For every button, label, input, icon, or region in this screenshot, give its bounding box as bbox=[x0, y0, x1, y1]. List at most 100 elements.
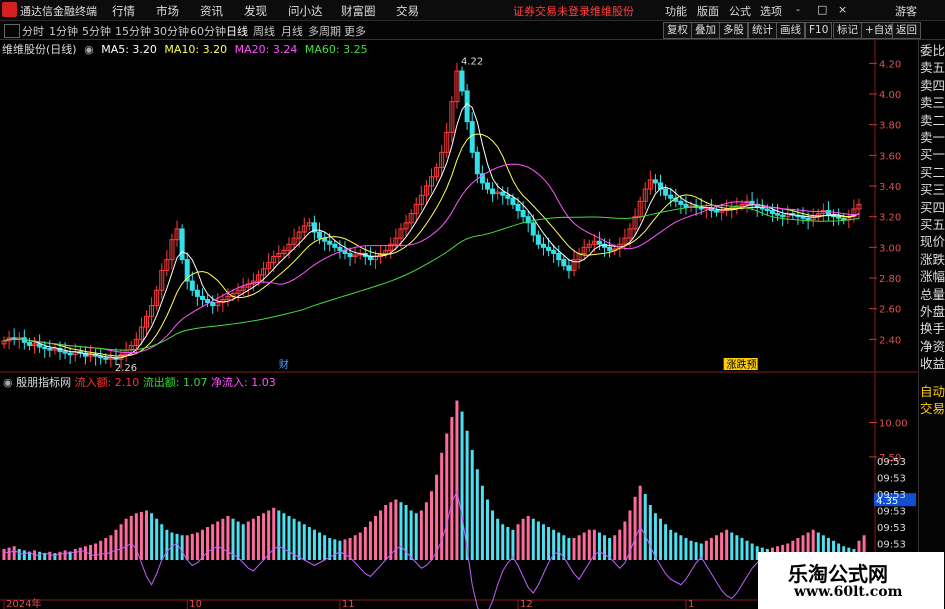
app-logo bbox=[2, 2, 17, 17]
quote-panel: 委比 卖五 卖四 卖三 卖二 卖一 买一 买二 买三 买四 买五 现价 涨跌 涨幅 总量 外盘 换手 净资 收益 自动… bbox=[918, 40, 945, 609]
menu-news[interactable]: 资讯 bbox=[200, 3, 223, 19]
ma60-line bbox=[3, 204, 860, 351]
tab-timeshare[interactable]: 分时 bbox=[22, 23, 44, 39]
quote-field-label: 涨幅 bbox=[920, 269, 945, 285]
candle-body bbox=[551, 249, 557, 254]
menu-options[interactable]: 选项 bbox=[760, 3, 782, 19]
tab-multi[interactable]: 多周期 bbox=[308, 23, 341, 39]
candle-body bbox=[367, 256, 373, 261]
candle-body bbox=[775, 213, 781, 216]
watermark: 乐淘公式网 www.60lt.com bbox=[758, 552, 944, 609]
overlay-button[interactable]: 叠加 bbox=[691, 22, 720, 39]
minimize-button[interactable]: - bbox=[796, 3, 800, 16]
candle-body bbox=[683, 203, 689, 208]
tab-30min[interactable]: 30分钟 bbox=[153, 23, 189, 39]
candle-body bbox=[800, 216, 806, 219]
settings-icon[interactable]: ◉ bbox=[84, 43, 94, 56]
candle-body bbox=[327, 240, 333, 245]
candle-body bbox=[317, 231, 323, 239]
f10-button[interactable]: F10 bbox=[805, 22, 833, 39]
candle-body bbox=[561, 259, 567, 267]
candle-body bbox=[520, 210, 526, 218]
kline-chart[interactable]: 4.20 4.00 3.80 3.60 3.40 3.20 3.00 2.80 2.60 2.40… bbox=[0, 40, 918, 609]
menu-quotes[interactable]: 行情 bbox=[112, 3, 135, 19]
candle-body bbox=[805, 217, 811, 221]
sub-settings-icon[interactable]: ◉ bbox=[3, 376, 13, 389]
tab-5min[interactable]: 5分钟 bbox=[82, 23, 111, 39]
adjust-button[interactable]: 复权 bbox=[663, 22, 692, 39]
quote-field-label: 收益 bbox=[920, 356, 945, 372]
event-marker: 财 bbox=[279, 358, 289, 371]
maximize-button[interactable]: □ bbox=[817, 3, 827, 16]
date-label: 12 bbox=[520, 599, 533, 609]
candle-body bbox=[836, 216, 842, 219]
menu-wealth[interactable]: 财富圈 bbox=[341, 3, 376, 19]
candle-body bbox=[500, 191, 506, 196]
guest-label[interactable]: 游客 bbox=[895, 3, 917, 19]
tab-1min[interactable]: 1分钟 bbox=[49, 23, 78, 39]
date-label: 10 bbox=[189, 599, 202, 609]
y-tick-label: 3.40 bbox=[879, 182, 901, 193]
tab-60min[interactable]: 60分钟 bbox=[190, 23, 226, 39]
draw-button[interactable]: 画线 bbox=[776, 22, 805, 39]
menu-icon[interactable] bbox=[4, 24, 20, 38]
candle-body bbox=[337, 246, 343, 251]
candle-body bbox=[540, 243, 546, 248]
candle-body bbox=[47, 348, 53, 351]
y-tick-label: 2.40 bbox=[879, 335, 901, 346]
candle-body bbox=[179, 228, 185, 261]
sub-time-label: 09:53 bbox=[877, 474, 906, 485]
sub-time-label: 09:53 bbox=[877, 523, 906, 534]
quote-field-label: 买一 bbox=[920, 147, 945, 163]
mark-button[interactable]: 标记 bbox=[833, 22, 862, 39]
watermark-title: 乐淘公式网 bbox=[788, 562, 888, 586]
candle-body bbox=[714, 210, 719, 213]
inflow-label: 流入额: 2.10 bbox=[74, 376, 140, 389]
back-button[interactable]: 返回 bbox=[892, 22, 921, 39]
menu-discover[interactable]: 发现 bbox=[244, 3, 267, 19]
sub-time-label: 09:53 bbox=[877, 490, 906, 501]
menu-layout[interactable]: 版面 bbox=[697, 3, 719, 19]
candle-body bbox=[607, 246, 613, 251]
menu-market[interactable]: 市场 bbox=[156, 3, 179, 19]
menu-trade[interactable]: 交易 bbox=[396, 3, 419, 19]
menu-functions[interactable]: 功能 bbox=[665, 3, 687, 19]
ma20-label: MA20: 3.24 bbox=[234, 43, 298, 56]
candle-body bbox=[556, 252, 562, 261]
menu-ask[interactable]: 问小达 bbox=[288, 3, 323, 19]
tab-monthly[interactable]: 月线 bbox=[281, 23, 303, 39]
candle-body bbox=[652, 179, 658, 184]
quote-field-label: 外盘 bbox=[920, 304, 945, 319]
candle-body bbox=[67, 352, 73, 356]
candle-body bbox=[62, 351, 68, 354]
tab-weekly[interactable]: 周线 bbox=[253, 23, 275, 39]
sub-side-label[interactable]: 自动 bbox=[920, 385, 945, 399]
stock-alert[interactable]: 维维股份 bbox=[590, 3, 634, 19]
event-marker: 涨跌预 bbox=[727, 358, 757, 371]
quote-field-label: 卖四 bbox=[920, 77, 945, 93]
y-tick-label: 3.80 bbox=[879, 121, 901, 132]
candle-body bbox=[332, 243, 338, 248]
y-tick-label: 4.20 bbox=[879, 59, 901, 70]
quote-field-label: 卖一 bbox=[920, 130, 945, 145]
login-alert[interactable]: 证券交易未登录 bbox=[513, 3, 590, 19]
date-label: 1 bbox=[688, 599, 694, 609]
tab-15min[interactable]: 15分钟 bbox=[115, 23, 151, 39]
multi-stock-button[interactable]: 多股 bbox=[719, 22, 748, 39]
tab-more[interactable]: 更多 bbox=[344, 23, 366, 39]
quote-field-label: 涨跌 bbox=[920, 251, 945, 267]
candle-body bbox=[698, 206, 704, 210]
candle-body bbox=[347, 252, 353, 258]
candle-body bbox=[194, 289, 200, 297]
sub-y-tick-label: 10.00 bbox=[879, 419, 908, 430]
candle-body bbox=[663, 188, 669, 196]
menu-formula[interactable]: 公式 bbox=[729, 3, 751, 19]
sub-side-label[interactable]: 交易 bbox=[920, 402, 945, 416]
ma10-line bbox=[3, 133, 860, 357]
tab-daily[interactable]: 日线 bbox=[226, 23, 248, 39]
candle-body bbox=[515, 203, 521, 212]
close-button[interactable]: × bbox=[838, 3, 847, 16]
quote-field-label: 净资 bbox=[920, 338, 945, 354]
stats-button[interactable]: 统计 bbox=[748, 22, 777, 39]
title-bar: 通达信金融终端 行情 市场 资讯 发现 问小达 财富圈 交易 证券交易未登录 维… bbox=[0, 0, 945, 21]
